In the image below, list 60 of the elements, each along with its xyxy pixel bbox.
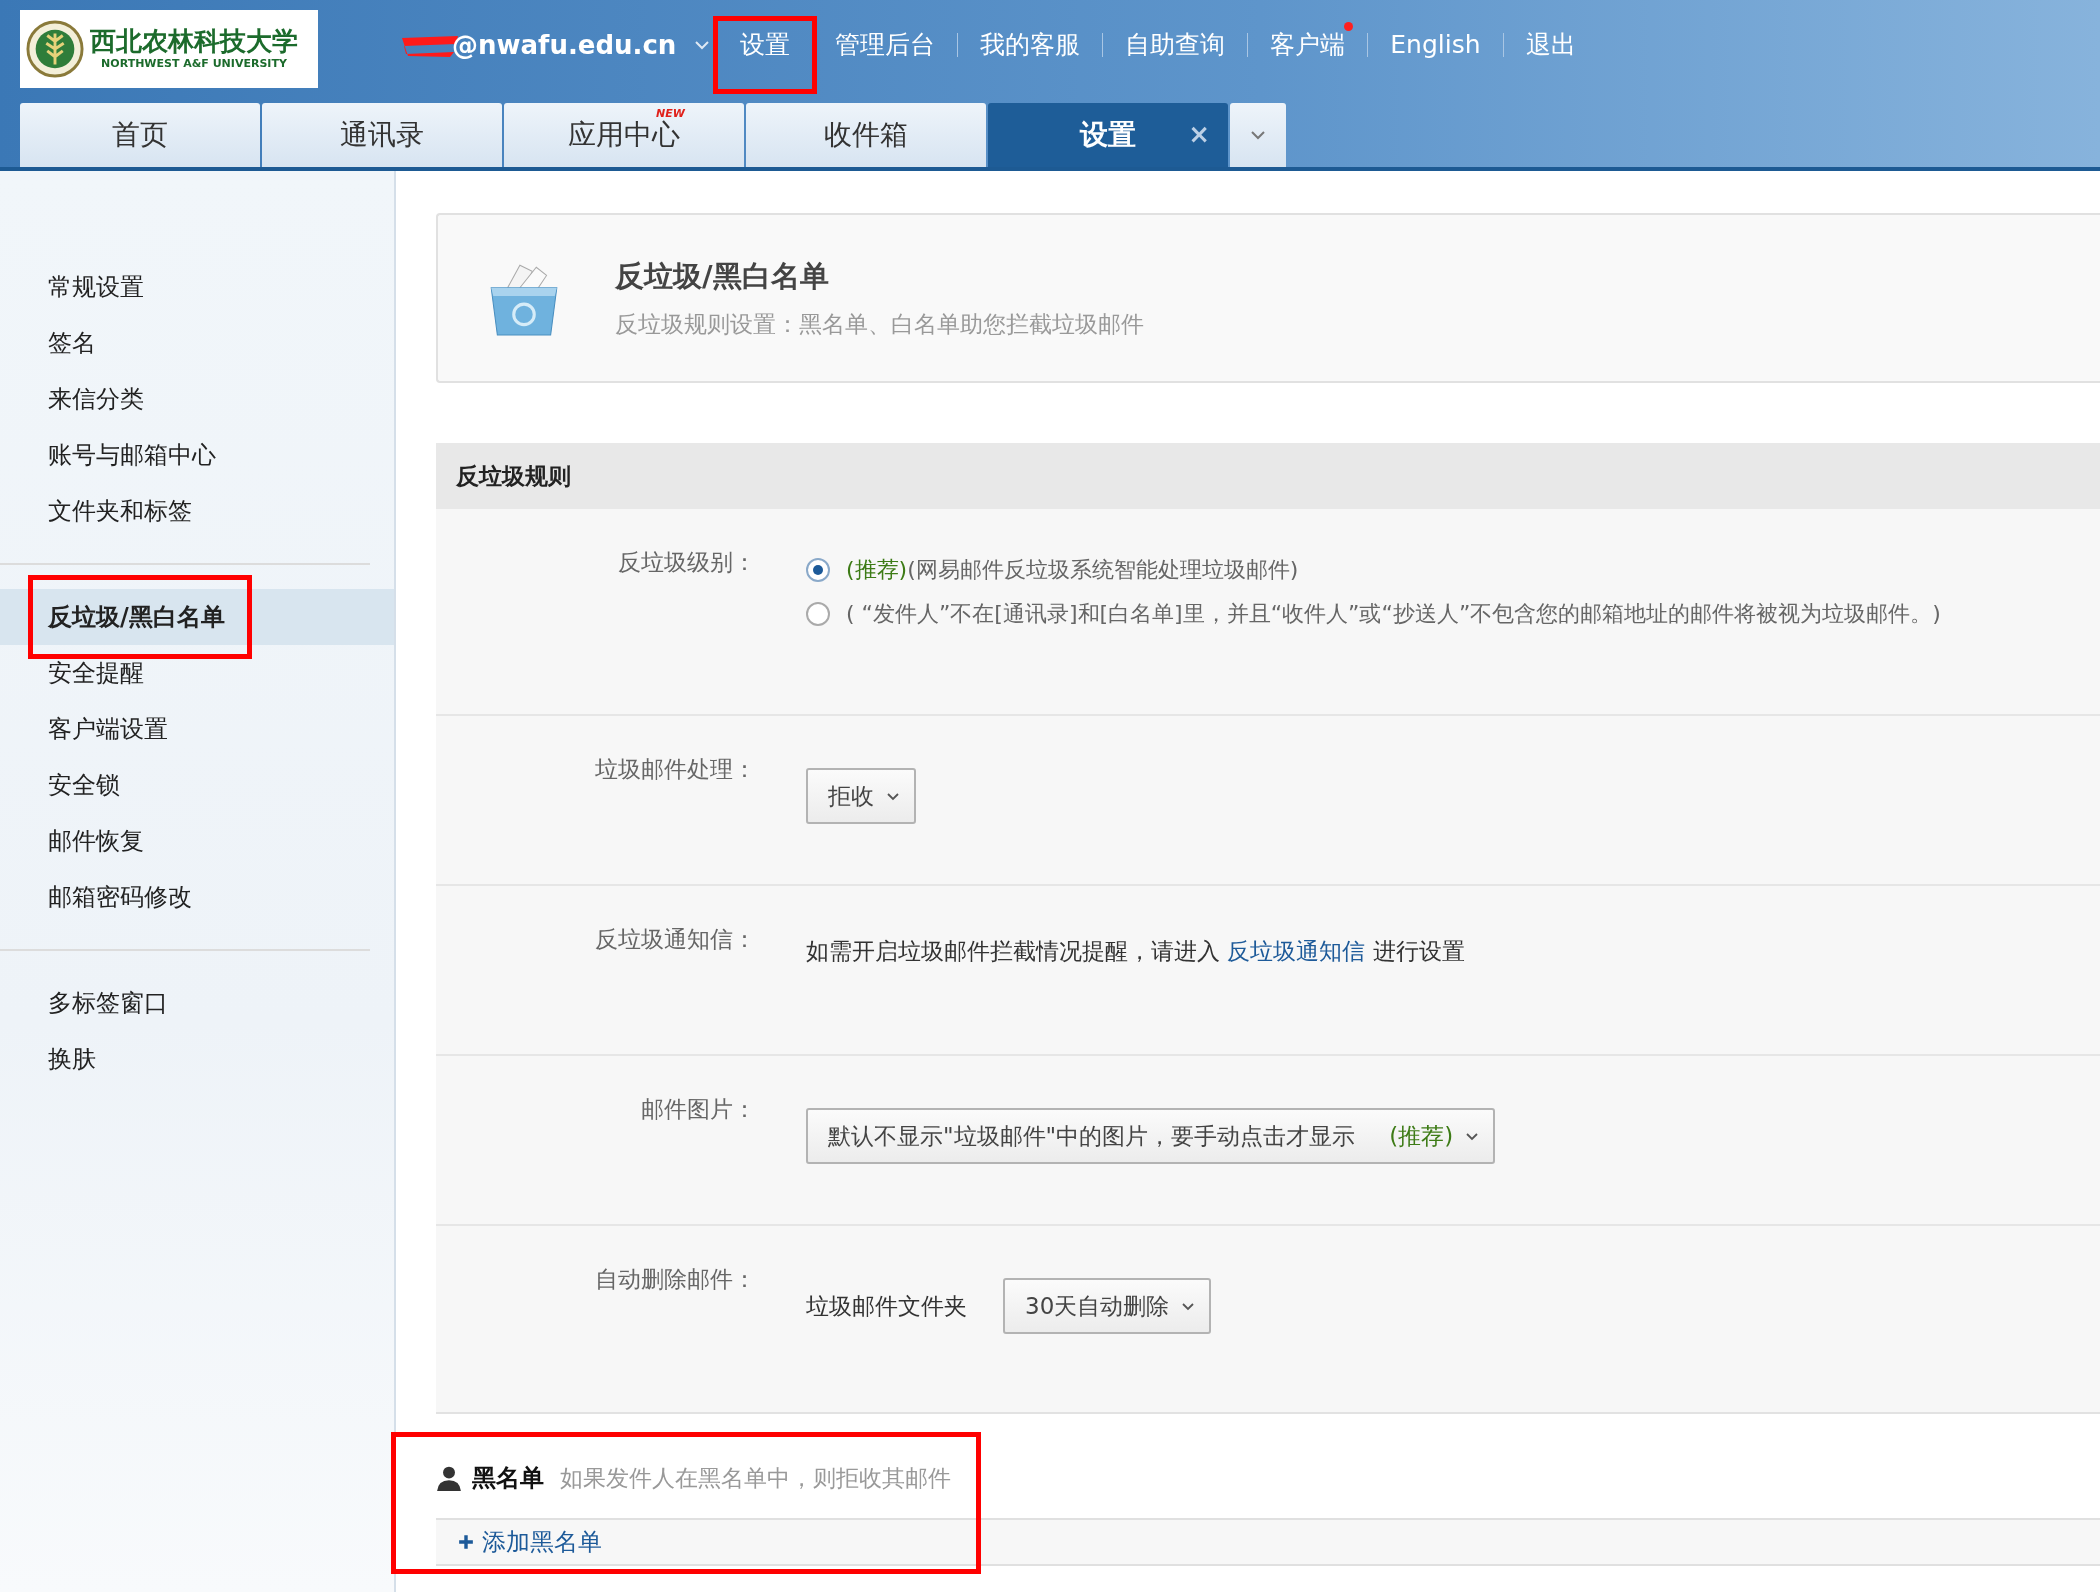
nav-link[interactable]: 管理后台 bbox=[835, 30, 936, 59]
emblem-icon bbox=[26, 20, 84, 78]
tab[interactable]: 应用中心 NEW bbox=[504, 103, 744, 167]
dropdown[interactable]: 拒收 bbox=[806, 768, 916, 824]
tab-label: 应用中心 bbox=[568, 117, 680, 153]
dropdown[interactable]: 30天自动删除 bbox=[1003, 1278, 1212, 1334]
tab[interactable]: 收件箱 bbox=[746, 103, 986, 167]
tab-label: 通讯录 bbox=[340, 117, 424, 153]
sidebar-item[interactable]: 邮箱密码修改 bbox=[0, 869, 394, 925]
chevron-down-icon[interactable] bbox=[694, 40, 711, 50]
field-label: 自动删除邮件： bbox=[594, 1265, 757, 1294]
sidebar-item[interactable]: 客户端设置 bbox=[0, 701, 394, 757]
tab[interactable]: 首页 bbox=[20, 103, 260, 167]
sidebar-item[interactable]: 文件夹和标签 bbox=[0, 483, 394, 539]
close-icon[interactable]: × bbox=[1188, 119, 1210, 149]
folder-label: 垃圾邮件文件夹 bbox=[806, 1291, 967, 1321]
field-label: 邮件图片： bbox=[640, 1095, 757, 1124]
nav-link[interactable]: 设置 bbox=[740, 30, 791, 59]
university-logo[interactable]: 西北农林科技大学 NORTHWEST A&F UNIVERSITY bbox=[20, 10, 318, 88]
page-subtitle: 反垃圾规则设置：黑名单、白名单助您拦截垃圾邮件 bbox=[615, 309, 1144, 339]
plus-icon bbox=[458, 1534, 474, 1550]
tab[interactable]: 设置 × bbox=[988, 103, 1228, 167]
page-title: 反垃圾/黑白名单 bbox=[615, 257, 830, 295]
sidebar-item[interactable]: 来信分类 bbox=[0, 371, 394, 427]
university-name: 西北农林科技大学 bbox=[90, 28, 298, 57]
sidebar-item[interactable]: 常规设置 bbox=[0, 259, 394, 315]
tab-label: 收件箱 bbox=[824, 117, 908, 153]
field-label: 垃圾邮件处理： bbox=[594, 755, 757, 784]
tab[interactable]: 通讯录 bbox=[262, 103, 502, 167]
sidebar-item[interactable]: 邮件恢复 bbox=[0, 813, 394, 869]
sidebar-item[interactable]: 安全锁 bbox=[0, 757, 394, 813]
chevron-down-icon bbox=[1465, 1131, 1480, 1141]
account-email[interactable]: @nwafu.edu.cn bbox=[452, 30, 677, 60]
section-header: 反垃圾规则 bbox=[436, 443, 2100, 509]
notice-text: 如需开启垃圾邮件拦截情况提醒，请进入 反垃圾通知信 进行设置 bbox=[806, 938, 1465, 964]
tab-label: 设置 bbox=[1080, 117, 1136, 153]
sidebar-item[interactable]: 反垃圾/黑白名单 bbox=[0, 589, 394, 645]
sidebar-item[interactable]: 多标签窗口 bbox=[0, 975, 394, 1031]
new-label: NEW bbox=[656, 107, 685, 120]
blacklist-hint: 如果发件人在黑名单中，则拒收其邮件 bbox=[560, 1463, 951, 1493]
user-icon bbox=[436, 1465, 462, 1491]
chevron-down-icon bbox=[1181, 1301, 1196, 1311]
sidebar-item[interactable]: 换肤 bbox=[0, 1031, 394, 1087]
field-label: 反垃圾通知信： bbox=[594, 925, 757, 954]
sidebar-item[interactable]: 账号与邮箱中心 bbox=[0, 427, 394, 483]
university-name-english: NORTHWEST A&F UNIVERSITY bbox=[101, 56, 287, 70]
dropdown[interactable]: 默认不显示"垃圾邮件"中的图片，要手动点击才显示 (推荐) bbox=[806, 1108, 1496, 1164]
radio-button[interactable] bbox=[806, 602, 830, 626]
radio-label: (推荐)(网易邮件反垃圾系统智能处理垃圾邮件) bbox=[846, 556, 1299, 584]
chevron-down-icon bbox=[886, 791, 900, 801]
radio-label: ( “发件人”不在[通讯录]和[白名单]里，并且“收件人”或“抄送人”不包含您的邮箱地址的邮件将被视为垃圾邮件。) bbox=[846, 600, 1941, 628]
radio-button[interactable] bbox=[806, 558, 830, 582]
sidebar-item[interactable]: 签名 bbox=[0, 315, 394, 371]
field-label: 反垃圾级别： bbox=[617, 548, 757, 577]
notice-link[interactable]: 反垃圾通知信 bbox=[1227, 938, 1366, 964]
blacklist-title: 黑名单 bbox=[472, 1463, 544, 1494]
add-blacklist-link[interactable]: 添加黑名单 bbox=[458, 1526, 602, 1558]
sidebar-item[interactable]: 安全提醒 bbox=[0, 645, 394, 701]
chevron-down-icon bbox=[1250, 130, 1266, 140]
tab-label: 首页 bbox=[112, 117, 168, 153]
